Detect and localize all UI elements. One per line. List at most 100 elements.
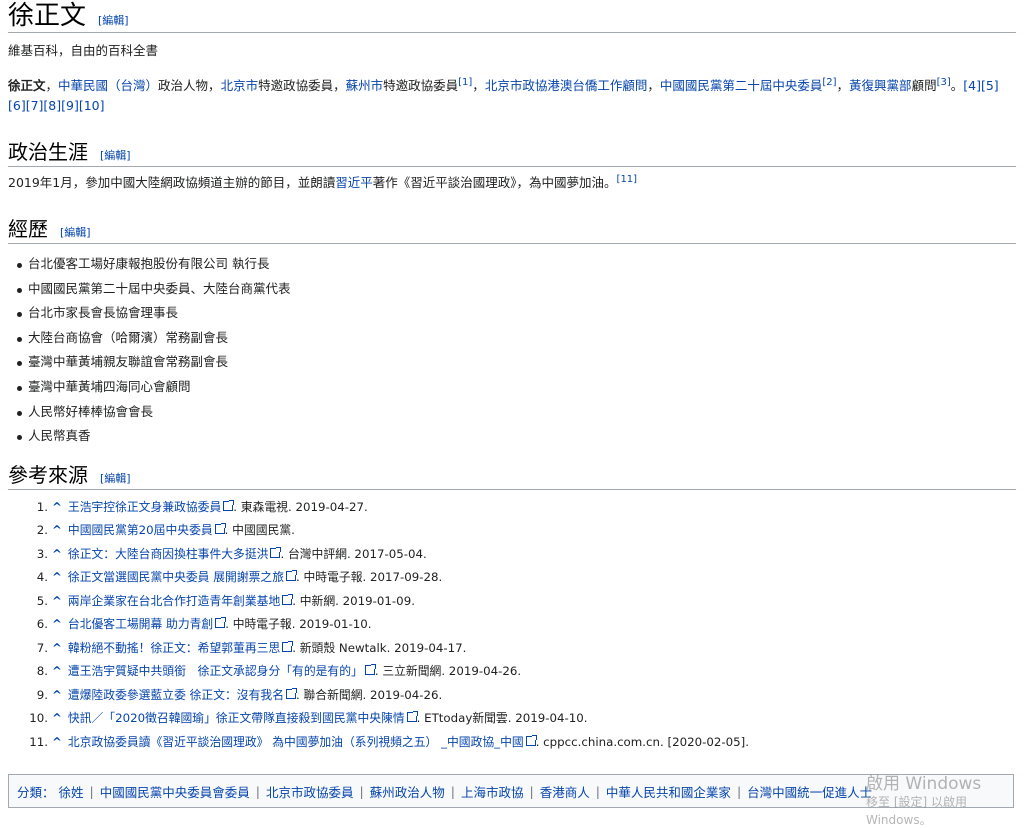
category-link[interactable]: 香港商人 xyxy=(540,782,590,801)
external-link-icon xyxy=(525,734,537,746)
reference-body: 快訊／「2020徵召韓國瑜」徐正文帶隊直接殺到國民黨中央陳情 . ETtoday新… xyxy=(68,707,588,731)
lead-link[interactable]: 中國國民黨第二十屆中央委員 xyxy=(660,78,823,93)
backlink-caret[interactable]: ^ xyxy=(52,613,62,637)
career-item: 台北優客工場好康報抱股份有限公司 執行長 xyxy=(17,252,1016,277)
reference-source: . ETtoday新聞雲. 2019-04-10. xyxy=(416,711,588,726)
politics-edit-link[interactable]: [編輯] xyxy=(100,147,131,163)
lead-text: 政治人物， xyxy=(158,78,221,93)
category-link[interactable]: 徐姓 xyxy=(59,782,84,801)
reference-link[interactable]: 台北優客工場開幕 助力青創 xyxy=(68,617,213,631)
backlink-caret[interactable]: ^ xyxy=(52,637,62,661)
reference-item: 3. ^ 徐正文：大陸台商因換柱事件大多挺洪 . 台灣中評網. 2017-05-04. xyxy=(8,543,1016,567)
backlink-caret[interactable]: ^ xyxy=(52,496,62,520)
cite-11[interactable]: [11] xyxy=(617,174,638,185)
lead-link[interactable]: 蘇州市 xyxy=(346,78,384,93)
section-heading-politics: 政治生涯 [編輯] xyxy=(8,138,1016,167)
reference-number: 4. xyxy=(36,570,48,585)
backlink-caret[interactable]: ^ xyxy=(52,684,62,708)
reference-number: 1. xyxy=(36,499,48,514)
lead-link[interactable]: 北京市 xyxy=(221,78,259,93)
lead-link[interactable]: 中華民國（台灣） xyxy=(58,78,158,93)
lead-text: ， xyxy=(836,78,850,93)
category-separator: | xyxy=(359,783,364,799)
career-item: 台北市家長會長協會理事長 xyxy=(17,301,1016,326)
lead-paragraph: 徐正文，中華民國（台灣）政治人物，北京市特邀政協委員，蘇州市特邀政協委員[1]，… xyxy=(8,76,999,113)
career-list: 台北優客工場好康報抱股份有限公司 執行長 中國國民黨第二十屆中央委員、大陸台商黨代… xyxy=(8,252,1016,449)
reference-number: 10. xyxy=(29,711,48,726)
reference-link[interactable]: 遭爆陸政委參選藍立委 徐正文：沒有我名 xyxy=(68,688,284,702)
reference-item: 8. ^ 遭王浩宇質疑中共頭銜 徐正文承認身分「有的是有的」 . 三立新聞網. 201… xyxy=(8,660,1016,684)
reference-source: . 新頭殼 Newtalk. 2019-04-17. xyxy=(292,640,467,655)
lead-body: 中華民國（台灣）政治人物，北京市特邀政協委員，蘇州市特邀政協委員[1]，北京市政… xyxy=(8,77,999,113)
lead-link[interactable]: 北京市政協港澳台僑工作顧問 xyxy=(485,78,648,93)
reference-body: 王浩宇控徐正文身兼政協委員 . 東森電視. 2019-04-27. xyxy=(68,496,368,520)
reference-source: . 聯合新聞網. 2019-04-26. xyxy=(296,687,443,702)
reference-link[interactable]: 中國國民黨第20屆中央委員 xyxy=(68,523,213,537)
backlink-caret[interactable]: ^ xyxy=(52,707,62,731)
reference-link[interactable]: 徐正文：大陸台商因換柱事件大多挺洪 xyxy=(68,547,269,561)
reference-link[interactable]: 韓粉絕不動搖！徐正文：希望郭董再三思 xyxy=(68,641,280,655)
backlink-caret[interactable]: ^ xyxy=(52,543,62,567)
reference-source: . 台灣中評網. 2017-05-04. xyxy=(280,546,427,561)
category-separator: | xyxy=(255,783,260,799)
references-edit-link[interactable]: [編輯] xyxy=(100,470,131,486)
category-link[interactable]: 中華人民共和國企業家 xyxy=(606,782,731,801)
reference-item: 2. ^ 中國國民黨第20屆中央委員 . 中國國民黨. xyxy=(8,519,1016,543)
category-link[interactable]: 台灣中國統一促進人士 xyxy=(747,782,872,801)
reference-source: . 中時電子報. 2019-01-10. xyxy=(225,617,372,632)
site-tagline: 維基百科，自由的百科全書 xyxy=(8,43,159,58)
lead-text: ， xyxy=(472,78,485,93)
external-link-icon xyxy=(406,711,418,723)
category-separator: | xyxy=(736,783,742,799)
backlink-caret[interactable]: ^ xyxy=(52,566,62,590)
reference-item: 4. ^ 徐正文當選國民黨中央委員 展開謝票之旅 . 中時電子報. 2017-09-2… xyxy=(8,566,1016,590)
reference-link[interactable]: 徐正文當選國民黨中央委員 展開謝票之旅 xyxy=(68,570,284,584)
career-item: 中國國民黨第二十屆中央委員、大陸台商黨代表 xyxy=(17,277,1016,302)
external-link-icon xyxy=(282,640,294,652)
citation-link[interactable]: [2] xyxy=(822,77,836,88)
reference-source: . cppcc.china.com.cn. [2020-02-05]. xyxy=(535,734,749,749)
reference-link[interactable]: 北京政協委員讀《習近平談治國理政》 為中國夢加油（系列視頻之五） _中國政協_中… xyxy=(68,735,524,749)
reference-body: 北京政協委員讀《習近平談治國理政》 為中國夢加油（系列視頻之五） _中國政協_中… xyxy=(68,731,749,755)
lead-text: ， xyxy=(647,78,660,93)
politics-paragraph: 2019年1月，參加中國大陸網政協頻道主辦的節目，並朗讀習近平著作《習近平談治國… xyxy=(8,173,638,190)
reference-number: 2. xyxy=(36,523,48,538)
backlink-caret[interactable]: ^ xyxy=(52,660,62,684)
external-link-icon xyxy=(364,664,376,676)
backlink-caret[interactable]: ^ xyxy=(52,590,62,614)
lead-text: 。 xyxy=(950,78,964,93)
career-edit-link[interactable]: [編輯] xyxy=(60,224,91,240)
category-link[interactable]: 北京市政協委員 xyxy=(266,782,354,801)
reference-link[interactable]: 兩岸企業家在台北合作打造青年創業基地 xyxy=(68,594,280,608)
category-link[interactable]: 蘇州政治人物 xyxy=(370,782,445,801)
category-link[interactable]: 中國國民黨中央委員會委員 xyxy=(100,782,250,801)
reference-body: 韓粉絕不動搖！徐正文：希望郭董再三思 . 新頭殼 Newtalk. 2019-04… xyxy=(68,637,467,661)
reference-item: 6. ^ 台北優客工場開幕 助力青創 . 中時電子報. 2019-01-10. xyxy=(8,613,1016,637)
xi-link[interactable]: 習近平 xyxy=(335,175,373,190)
reference-number: 8. xyxy=(36,664,48,679)
reference-source: . 中時電子報. 2017-09-28. xyxy=(296,570,443,585)
reference-number: 6. xyxy=(36,617,48,632)
reference-link[interactable]: 遭王浩宇質疑中共頭銜 徐正文承認身分「有的是有的」 xyxy=(68,664,363,678)
reference-source: . 東森電視. 2019-04-27. xyxy=(233,499,368,514)
reference-item: 11. ^ 北京政協委員讀《習近平談治國理政》 為中國夢加油（系列視頻之五） _中國… xyxy=(8,731,1016,755)
external-link-icon xyxy=(286,687,297,699)
citation-link[interactable]: [1] xyxy=(458,77,472,88)
lead-link[interactable]: 黃復興黨部 xyxy=(849,78,912,93)
backlink-caret[interactable]: ^ xyxy=(52,731,62,755)
categories-label[interactable]: 分類： xyxy=(17,782,55,801)
section-heading-career: 經歷 [編輯] xyxy=(8,215,1016,244)
reference-link[interactable]: 王浩宇控徐正文身兼政協委員 xyxy=(68,500,221,514)
lead-text: 特邀政協委員， xyxy=(258,78,346,93)
reference-source: . 中國國民黨. xyxy=(224,523,295,538)
title-edit-link[interactable]: [編輯] xyxy=(98,12,129,28)
backlink-caret[interactable]: ^ xyxy=(52,519,62,543)
category-separator: | xyxy=(529,783,534,799)
citation-link[interactable]: [3] xyxy=(937,77,951,88)
career-item: 人民幣好棒棒協會會長 xyxy=(17,400,1016,425)
reference-item: 5. ^ 兩岸企業家在台北合作打造青年創業基地 . 中新網. 2019-01-09. xyxy=(8,590,1016,614)
category-link[interactable]: 上海市政協 xyxy=(461,782,524,801)
reference-item: 7. ^ 韓粉絕不動搖！徐正文：希望郭董再三思 . 新頭殼 Newtalk. 2019… xyxy=(8,637,1016,661)
external-link-icon xyxy=(223,499,235,511)
reference-link[interactable]: 快訊／「2020徵召韓國瑜」徐正文帶隊直接殺到國民黨中央陳情 xyxy=(68,711,405,725)
